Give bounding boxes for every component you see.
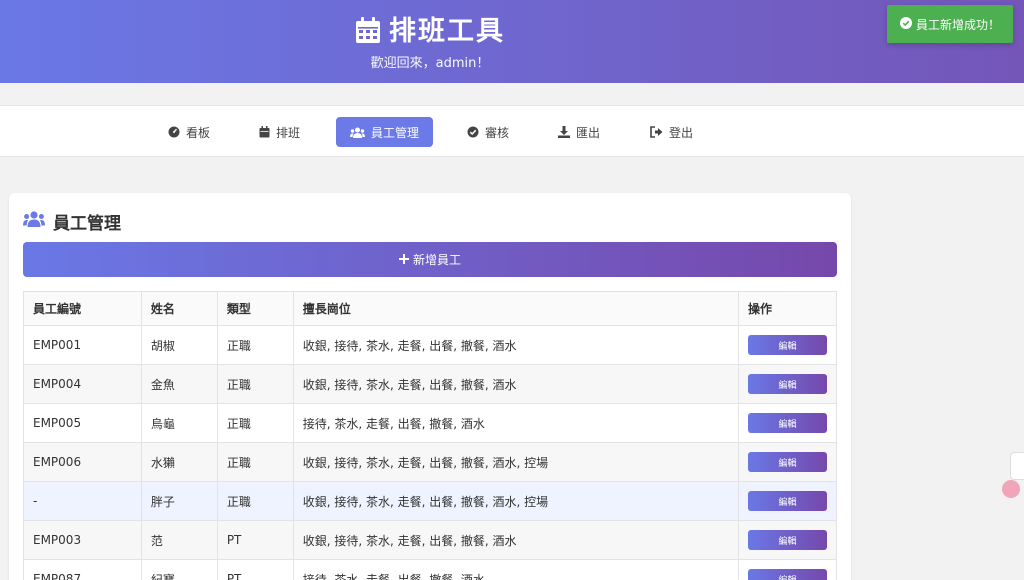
nav-item-schedule[interactable]: 排班: [245, 117, 314, 147]
assistant-bubble-icon[interactable]: [1002, 480, 1020, 498]
nav-label: 排班: [276, 125, 301, 140]
calendar-icon: [355, 16, 381, 51]
nav-item-review[interactable]: 審核: [453, 117, 523, 147]
table-row: EMP087 紀寶 PT 接待, 茶水, 走餐, 出餐, 撤餐, 酒水 編輯: [23, 559, 838, 580]
employee-id: EMP005: [23, 403, 142, 443]
edit-button[interactable]: 編輯: [747, 374, 827, 394]
toast-message: 員工新增成功！: [915, 17, 1000, 32]
employee-name: 烏龜: [140, 403, 218, 443]
employee-type: PT: [216, 520, 294, 560]
employee-skills: 接待, 茶水, 走餐, 出餐, 撤餐, 酒水: [292, 403, 739, 443]
users-icon: [23, 211, 45, 232]
actions-cell: 編輯: [737, 520, 838, 560]
edit-button[interactable]: 編輯: [747, 413, 827, 433]
nav-label: 看板: [186, 125, 211, 140]
employee-type: 正職: [216, 442, 294, 482]
main-nav: 看板 排班 員工管理 審核 匯出 登出: [0, 105, 1024, 157]
employee-table: 員工編號 姓名 類型 擅長崗位 操作 EMP001 胡椒 正職 收銀, 接待, …: [23, 291, 838, 580]
employee-name: 胡椒: [140, 325, 218, 365]
actions-cell: 編輯: [737, 442, 838, 482]
employee-type: PT: [216, 559, 294, 580]
app-title: 排班工具: [0, 9, 860, 51]
app-header: 排班工具 歡迎回來，admin！: [0, 0, 1024, 83]
employee-type: 正職: [216, 364, 294, 404]
employee-management-panel: 員工管理 新增員工 員工編號 姓名 類型 擅長崗位 操作 EMP001 胡椒 正…: [9, 193, 851, 580]
employee-skills: 收銀, 接待, 茶水, 走餐, 出餐, 撤餐, 酒水, 控場: [292, 442, 739, 482]
toast-notification: 員工新增成功！: [887, 5, 1013, 43]
panel-title-text: 員工管理: [53, 214, 121, 234]
table-row: EMP004 金魚 正職 收銀, 接待, 茶水, 走餐, 出餐, 撤餐, 酒水 …: [23, 364, 838, 404]
employee-name: 水獺: [140, 442, 218, 482]
employee-skills: 收銀, 接待, 茶水, 走餐, 出餐, 撤餐, 酒水: [292, 364, 739, 404]
employee-id: EMP003: [23, 520, 142, 560]
employee-id: EMP001: [23, 325, 142, 365]
table-row: EMP005 烏龜 正職 接待, 茶水, 走餐, 出餐, 撤餐, 酒水 編輯: [23, 403, 838, 443]
employee-name: 范: [140, 520, 218, 560]
dashboard-icon: [168, 126, 180, 138]
nav-label: 員工管理: [371, 125, 420, 140]
download-icon: [558, 126, 570, 138]
column-header-skills: 擅長崗位: [292, 291, 739, 326]
table-row: EMP006 水獺 正職 收銀, 接待, 茶水, 走餐, 出餐, 撤餐, 酒水,…: [23, 442, 838, 482]
nav-label: 審核: [485, 125, 510, 140]
employee-name: 金魚: [140, 364, 218, 404]
check-circle-icon: [467, 126, 479, 138]
employee-name: 紀寶: [140, 559, 218, 580]
calendar-icon: [259, 126, 270, 138]
employee-id: EMP006: [23, 442, 142, 482]
nav-item-export[interactable]: 匯出: [544, 117, 614, 147]
column-header-name: 姓名: [140, 291, 218, 326]
employee-type: 正職: [216, 481, 294, 521]
column-header-id: 員工編號: [23, 291, 142, 326]
panel-title: 員工管理: [23, 209, 121, 234]
actions-cell: 編輯: [737, 403, 838, 443]
employee-id: EMP087: [23, 559, 142, 580]
edit-button[interactable]: 編輯: [747, 335, 827, 355]
employee-type: 正職: [216, 325, 294, 365]
add-employee-button[interactable]: 新增員工: [23, 242, 837, 277]
welcome-message: 歡迎回來，admin！: [370, 56, 490, 71]
actions-cell: 編輯: [737, 325, 838, 365]
employee-id: EMP004: [23, 364, 142, 404]
employee-type: 正職: [216, 403, 294, 443]
edit-button[interactable]: 編輯: [747, 530, 827, 550]
actions-cell: 編輯: [737, 364, 838, 404]
nav-item-dashboard[interactable]: 看板: [154, 117, 224, 147]
table-row: - 胖子 正職 收銀, 接待, 茶水, 走餐, 出餐, 撤餐, 酒水, 控場 編…: [23, 481, 838, 521]
employee-skills: 收銀, 接待, 茶水, 走餐, 出餐, 撤餐, 酒水: [292, 325, 739, 365]
nav-label: 登出: [669, 125, 694, 140]
app-title-text: 排班工具: [389, 16, 505, 47]
table-row: EMP003 范 PT 收銀, 接待, 茶水, 走餐, 出餐, 撤餐, 酒水 編…: [23, 520, 838, 560]
nav-item-logout[interactable]: 登出: [636, 117, 707, 147]
actions-cell: 編輯: [737, 481, 838, 521]
check-circle-icon: [899, 16, 912, 32]
column-header-actions: 操作: [737, 291, 838, 326]
employee-name: 胖子: [140, 481, 218, 521]
table-header-row: 員工編號 姓名 類型 擅長崗位 操作: [23, 291, 838, 326]
edit-button[interactable]: 編輯: [747, 569, 827, 580]
plus-icon: [398, 253, 409, 267]
users-icon: [350, 127, 365, 138]
employee-skills: 收銀, 接待, 茶水, 走餐, 出餐, 撤餐, 酒水: [292, 520, 739, 560]
column-header-type: 類型: [216, 291, 294, 326]
side-widget-tab[interactable]: [1010, 452, 1024, 480]
employee-skills: 收銀, 接待, 茶水, 走餐, 出餐, 撤餐, 酒水, 控場: [292, 481, 739, 521]
nav-label: 匯出: [576, 125, 601, 140]
actions-cell: 編輯: [737, 559, 838, 580]
employee-id: -: [23, 481, 142, 521]
nav-item-employees[interactable]: 員工管理: [336, 117, 434, 147]
edit-button[interactable]: 編輯: [747, 491, 827, 511]
employee-skills: 接待, 茶水, 走餐, 出餐, 撤餐, 酒水: [292, 559, 739, 580]
add-employee-label: 新增員工: [412, 253, 461, 267]
table-row: EMP001 胡椒 正職 收銀, 接待, 茶水, 走餐, 出餐, 撤餐, 酒水 …: [23, 325, 838, 365]
edit-button[interactable]: 編輯: [747, 452, 827, 472]
logout-icon: [650, 126, 663, 138]
